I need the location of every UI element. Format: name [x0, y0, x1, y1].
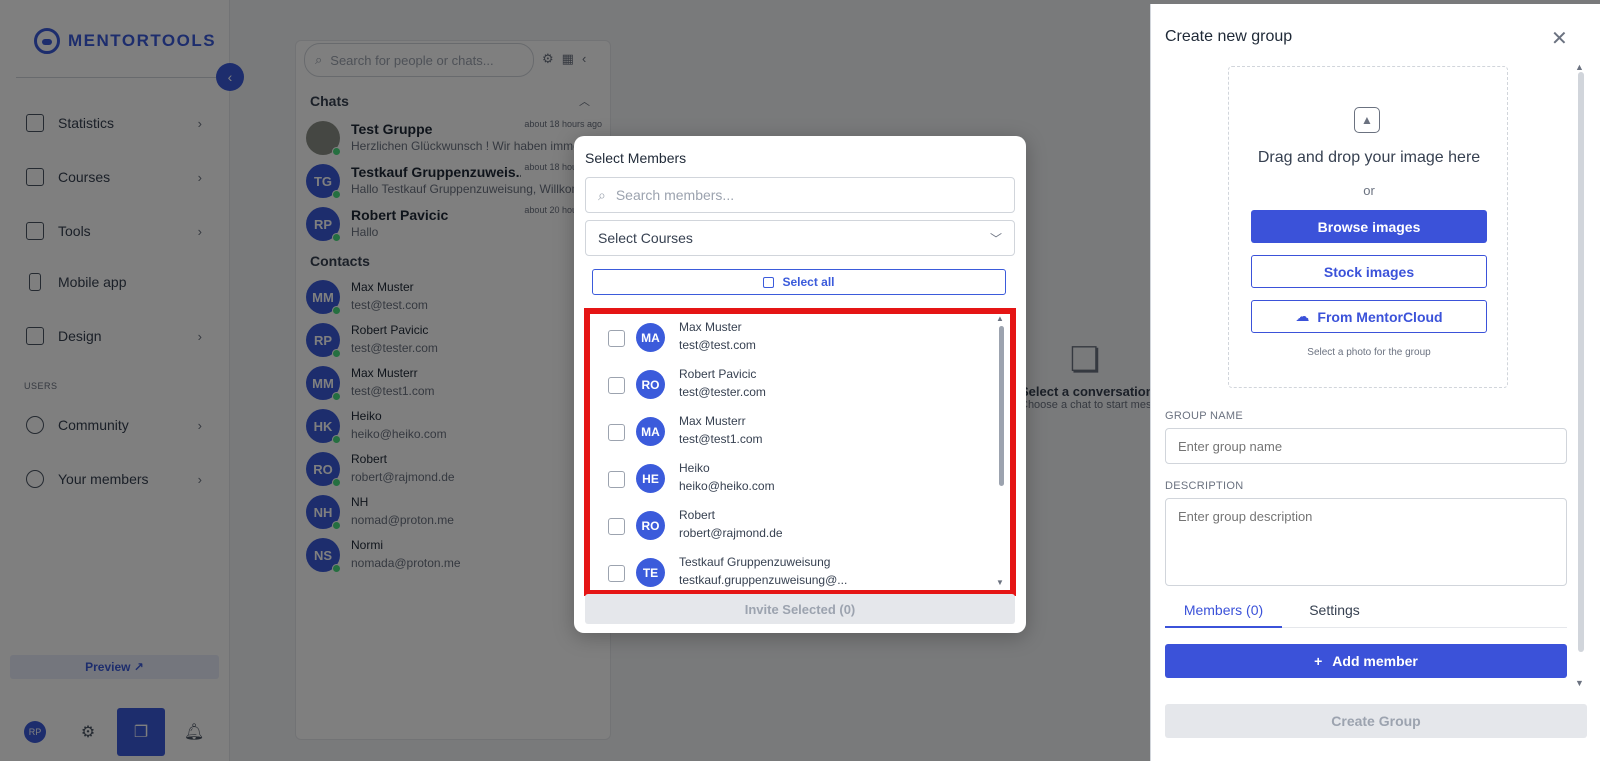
scroll-down-icon[interactable]: ▼: [996, 578, 1004, 587]
avatar: HE: [636, 464, 665, 493]
member-checkbox[interactable]: [608, 471, 625, 488]
description-input[interactable]: [1165, 498, 1567, 586]
select-all-label: Select all: [782, 275, 835, 289]
panel-tabs: Members (0) Settings: [1165, 598, 1567, 628]
panel-scrollbar[interactable]: [1578, 72, 1584, 652]
create-group-panel: Create new group ✕ ▲ Drag and drop your …: [1150, 4, 1600, 761]
group-name-input[interactable]: [1165, 428, 1567, 464]
member-checkbox[interactable]: [608, 330, 625, 347]
member-checkbox[interactable]: [608, 424, 625, 441]
member-email: heiko@heiko.com: [679, 479, 775, 493]
avatar: RO: [636, 511, 665, 540]
search-icon: ⌕: [598, 186, 606, 203]
member-email: test@test1.com: [679, 432, 763, 446]
add-member-button[interactable]: + Add member: [1165, 644, 1567, 678]
member-checkbox[interactable]: [608, 518, 625, 535]
avatar: RO: [636, 370, 665, 399]
cloud-icon: ☁: [1295, 308, 1310, 324]
close-button[interactable]: ✕: [1551, 26, 1568, 51]
avatar: MA: [636, 323, 665, 352]
member-search-input[interactable]: ⌕ Search members...: [585, 177, 1015, 213]
chevron-down-icon: ﹀: [989, 231, 1002, 246]
course-select[interactable]: Select Courses ﹀: [585, 220, 1015, 256]
stock-images-button[interactable]: Stock images: [1251, 255, 1487, 288]
member-checkbox[interactable]: [608, 565, 625, 582]
member-list-scrollbar[interactable]: [999, 326, 1004, 486]
member-name: Max Muster: [679, 320, 742, 334]
description-label: DESCRIPTION: [1165, 480, 1244, 492]
member-row[interactable]: TE Testkauf Gruppenzuweisung testkauf.gr…: [590, 551, 990, 590]
scroll-up-icon[interactable]: ▲: [996, 314, 1004, 323]
member-checkbox[interactable]: [608, 377, 625, 394]
avatar: TE: [636, 558, 665, 587]
image-dropzone[interactable]: ▲ Drag and drop your image here or Brows…: [1228, 66, 1508, 388]
member-name: Max Musterr: [679, 414, 746, 428]
browse-images-button[interactable]: Browse images: [1251, 210, 1487, 243]
scroll-up-icon[interactable]: ▲: [1575, 62, 1584, 72]
avatar: MA: [636, 417, 665, 446]
dropzone-or: or: [1363, 183, 1375, 198]
tab-settings[interactable]: Settings: [1282, 598, 1387, 628]
dropzone-title: Drag and drop your image here: [1257, 149, 1481, 166]
member-name: Robert: [679, 508, 716, 522]
dropzone-hint: Select a photo for the group: [1307, 347, 1431, 358]
image-icon: ▲: [1354, 107, 1380, 133]
member-email: robert@rajmond.de: [679, 526, 783, 540]
panel-title: Create new group: [1165, 28, 1293, 45]
member-list: MA Max Muster test@test.com RO Robert Pa…: [584, 308, 1016, 596]
checkbox-icon: [763, 276, 775, 288]
add-member-label: Add member: [1332, 653, 1418, 669]
stock-images-label: Stock images: [1323, 263, 1415, 280]
member-row[interactable]: RO Robert Pavicic test@tester.com: [590, 363, 990, 409]
member-email: testkauf.gruppenzuweisung@...: [679, 573, 848, 587]
modal-title: Select Members: [585, 150, 687, 166]
scroll-down-icon[interactable]: ▼: [1575, 678, 1584, 688]
browse-images-label: Browse images: [1317, 218, 1421, 235]
member-search-placeholder: Search members...: [615, 187, 735, 203]
member-email: test@tester.com: [679, 385, 766, 399]
member-row[interactable]: HE Heiko heiko@heiko.com: [590, 457, 990, 503]
create-group-button[interactable]: Create Group: [1165, 704, 1587, 738]
tab-members[interactable]: Members (0): [1165, 598, 1282, 628]
select-all-button[interactable]: Select all: [592, 269, 1006, 295]
member-name: Heiko: [679, 461, 710, 475]
course-select-value: Select Courses: [598, 230, 693, 246]
invite-selected-button[interactable]: Invite Selected (0): [585, 594, 1015, 624]
select-members-modal: Select Members ⌕ Search members... Selec…: [574, 136, 1026, 633]
member-row[interactable]: RO Robert robert@rajmond.de: [590, 504, 990, 550]
member-name: Robert Pavicic: [679, 367, 757, 381]
member-row[interactable]: MA Max Muster test@test.com: [590, 316, 990, 362]
plus-icon: +: [1314, 653, 1323, 669]
member-row[interactable]: MA Max Musterr test@test1.com: [590, 410, 990, 456]
mentorcloud-button[interactable]: ☁ From MentorCloud: [1251, 300, 1487, 333]
mentorcloud-label: From MentorCloud: [1317, 308, 1443, 325]
member-email: test@test.com: [679, 338, 756, 352]
close-icon: ✕: [1551, 28, 1568, 50]
group-name-label: GROUP NAME: [1165, 410, 1243, 422]
member-name: Testkauf Gruppenzuweisung: [679, 555, 831, 569]
